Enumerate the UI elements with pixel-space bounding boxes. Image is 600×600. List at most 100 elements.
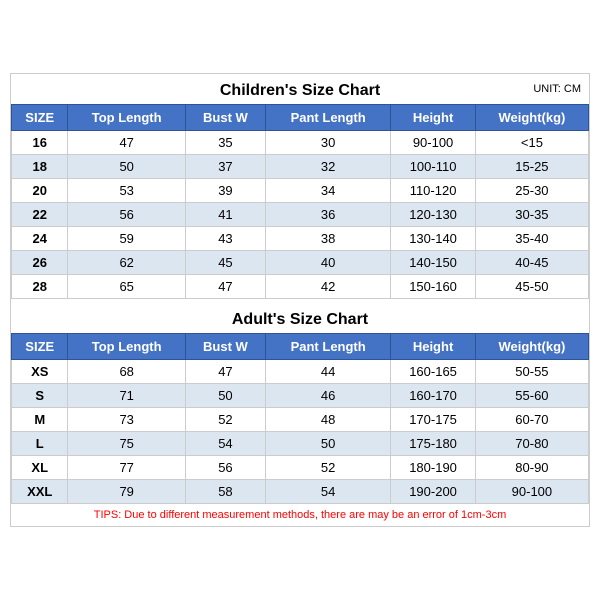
size-cell: 22	[12, 203, 68, 227]
data-cell: 58	[185, 480, 265, 504]
data-cell: 150-160	[391, 275, 476, 299]
children-col-weight: Weight(kg)	[475, 105, 588, 131]
table-row: M735248170-17560-70	[12, 408, 589, 432]
table-row: L755450175-18070-80	[12, 432, 589, 456]
data-cell: 30-35	[475, 203, 588, 227]
size-cell: 18	[12, 155, 68, 179]
adult-col-height: Height	[391, 334, 476, 360]
table-row: 22564136120-13030-35	[12, 203, 589, 227]
data-cell: 50-55	[475, 360, 588, 384]
size-cell: 24	[12, 227, 68, 251]
data-cell: 190-200	[391, 480, 476, 504]
data-cell: 50	[185, 384, 265, 408]
adult-header-row: SIZE Top Length Bust W Pant Length Heigh…	[12, 334, 589, 360]
data-cell: 140-150	[391, 251, 476, 275]
data-cell: 59	[68, 227, 185, 251]
table-row: S715046160-17055-60	[12, 384, 589, 408]
data-cell: 56	[185, 456, 265, 480]
data-cell: 68	[68, 360, 185, 384]
size-cell: XS	[12, 360, 68, 384]
table-row: 26624540140-15040-45	[12, 251, 589, 275]
size-cell: XXL	[12, 480, 68, 504]
data-cell: 70-80	[475, 432, 588, 456]
data-cell: 160-170	[391, 384, 476, 408]
tips-text: TIPS: Due to different measurement metho…	[11, 504, 589, 526]
table-row: 20533934110-12025-30	[12, 179, 589, 203]
data-cell: 65	[68, 275, 185, 299]
data-cell: 55-60	[475, 384, 588, 408]
table-row: XS684744160-16550-55	[12, 360, 589, 384]
children-col-size: SIZE	[12, 105, 68, 131]
table-row: XL775652180-19080-90	[12, 456, 589, 480]
table-row: 24594338130-14035-40	[12, 227, 589, 251]
size-cell: 28	[12, 275, 68, 299]
data-cell: 35-40	[475, 227, 588, 251]
table-row: XXL795854190-20090-100	[12, 480, 589, 504]
data-cell: 47	[185, 360, 265, 384]
data-cell: 50	[266, 432, 391, 456]
size-cell: 20	[12, 179, 68, 203]
data-cell: 36	[266, 203, 391, 227]
data-cell: 32	[266, 155, 391, 179]
children-header-row: SIZE Top Length Bust W Pant Length Heigh…	[12, 105, 589, 131]
data-cell: 41	[185, 203, 265, 227]
adult-tbody: XS684744160-16550-55S715046160-17055-60M…	[12, 360, 589, 504]
chart-container: Children's Size Chart UNIT: CM SIZE Top …	[10, 73, 590, 527]
children-title-text: Children's Size Chart	[220, 82, 380, 99]
children-col-height: Height	[391, 105, 476, 131]
data-cell: 52	[185, 408, 265, 432]
adult-col-top-length: Top Length	[68, 334, 185, 360]
table-row: 28654742150-16045-50	[12, 275, 589, 299]
unit-label: UNIT: CM	[533, 83, 581, 95]
data-cell: 44	[266, 360, 391, 384]
data-cell: 110-120	[391, 179, 476, 203]
data-cell: 43	[185, 227, 265, 251]
data-cell: 40	[266, 251, 391, 275]
data-cell: 80-90	[475, 456, 588, 480]
data-cell: 73	[68, 408, 185, 432]
size-cell: M	[12, 408, 68, 432]
data-cell: 90-100	[391, 131, 476, 155]
data-cell: <15	[475, 131, 588, 155]
data-cell: 45-50	[475, 275, 588, 299]
data-cell: 53	[68, 179, 185, 203]
data-cell: 60-70	[475, 408, 588, 432]
data-cell: 77	[68, 456, 185, 480]
table-row: 18503732100-11015-25	[12, 155, 589, 179]
data-cell: 170-175	[391, 408, 476, 432]
size-cell: L	[12, 432, 68, 456]
size-cell: XL	[12, 456, 68, 480]
size-cell: S	[12, 384, 68, 408]
data-cell: 39	[185, 179, 265, 203]
data-cell: 56	[68, 203, 185, 227]
data-cell: 160-165	[391, 360, 476, 384]
data-cell: 180-190	[391, 456, 476, 480]
adult-col-weight: Weight(kg)	[475, 334, 588, 360]
children-title: Children's Size Chart UNIT: CM	[11, 74, 589, 104]
data-cell: 42	[266, 275, 391, 299]
children-col-top-length: Top Length	[68, 105, 185, 131]
data-cell: 47	[68, 131, 185, 155]
data-cell: 47	[185, 275, 265, 299]
table-row: 1647353090-100<15	[12, 131, 589, 155]
data-cell: 48	[266, 408, 391, 432]
adult-col-pant-length: Pant Length	[266, 334, 391, 360]
data-cell: 75	[68, 432, 185, 456]
adult-table: SIZE Top Length Bust W Pant Length Heigh…	[11, 333, 589, 504]
data-cell: 25-30	[475, 179, 588, 203]
data-cell: 45	[185, 251, 265, 275]
data-cell: 46	[266, 384, 391, 408]
adult-col-bust-w: Bust W	[185, 334, 265, 360]
data-cell: 79	[68, 480, 185, 504]
data-cell: 52	[266, 456, 391, 480]
data-cell: 38	[266, 227, 391, 251]
children-tbody: 1647353090-100<1518503732100-11015-25205…	[12, 131, 589, 299]
data-cell: 175-180	[391, 432, 476, 456]
data-cell: 50	[68, 155, 185, 179]
adult-title: Adult's Size Chart	[11, 303, 589, 333]
adult-title-text: Adult's Size Chart	[232, 311, 368, 328]
data-cell: 62	[68, 251, 185, 275]
data-cell: 40-45	[475, 251, 588, 275]
children-col-bust-w: Bust W	[185, 105, 265, 131]
children-col-pant-length: Pant Length	[266, 105, 391, 131]
